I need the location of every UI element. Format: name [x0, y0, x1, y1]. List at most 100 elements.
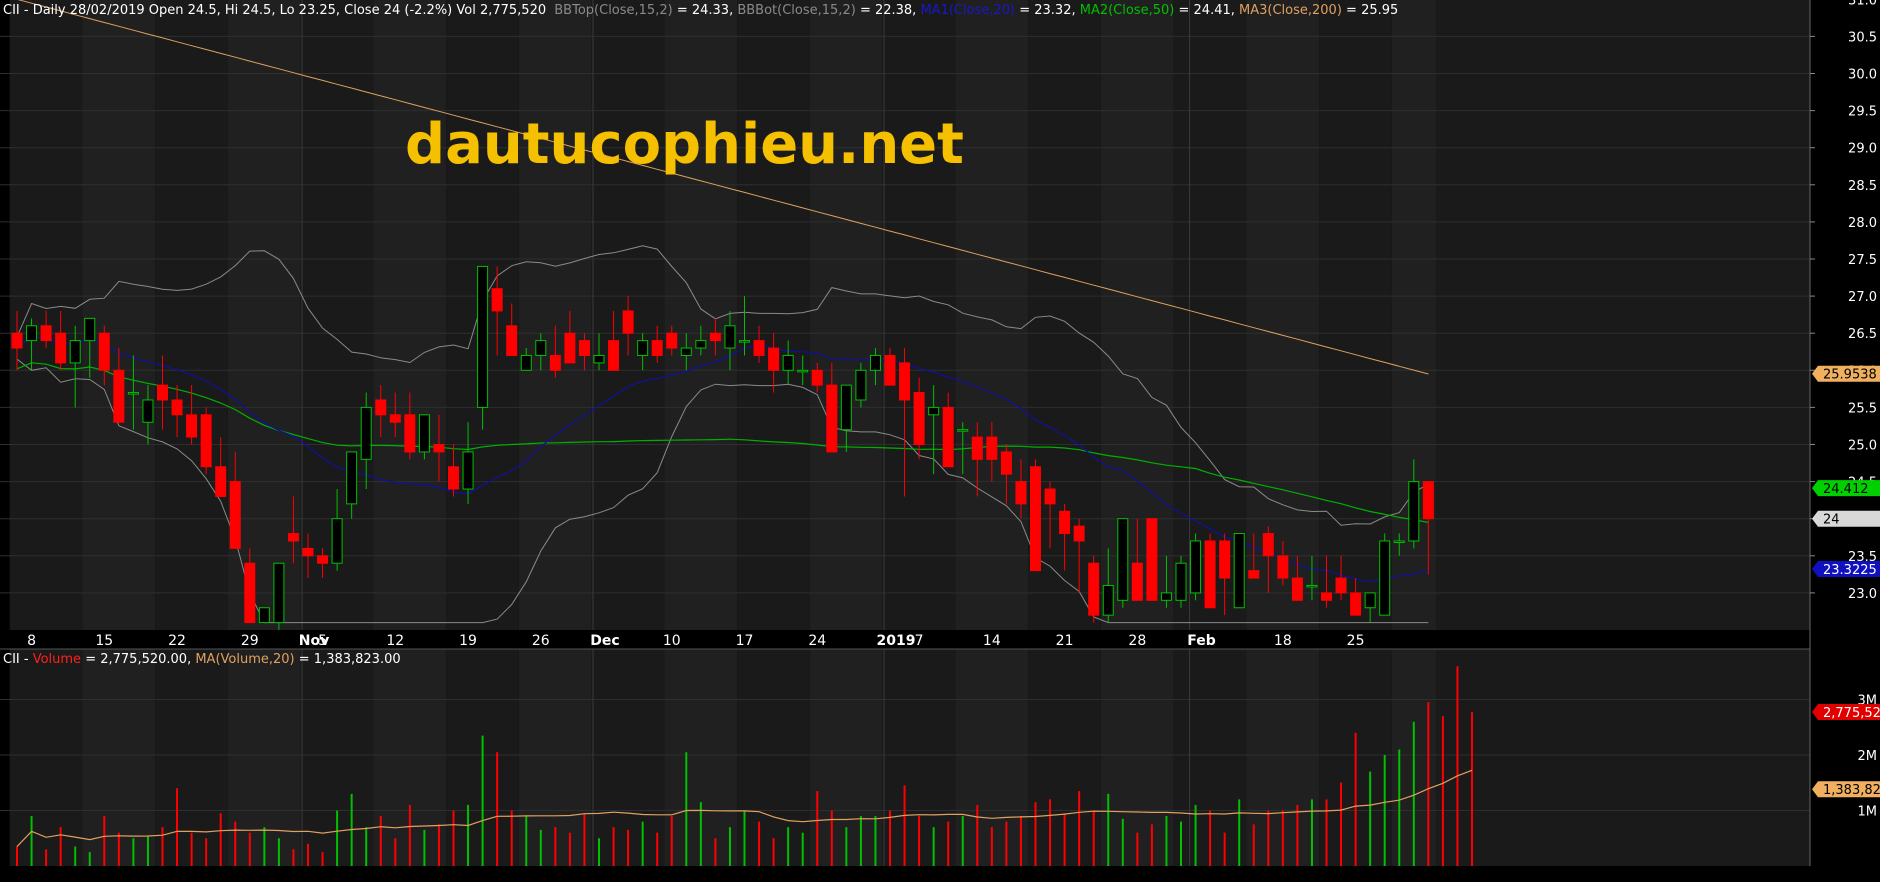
candle-body [1248, 570, 1260, 579]
date-axis-label: 28 [1128, 633, 1146, 649]
price-week-band [955, 0, 1029, 630]
date-axis-label: 29 [241, 633, 259, 649]
ma1-badge-text: 23.3225 [1823, 563, 1877, 578]
candle-body [1131, 562, 1143, 601]
price-week-band [809, 0, 883, 630]
price-panel-background [9, 0, 1810, 630]
candle-body [564, 332, 576, 364]
candle-body [855, 369, 867, 401]
ma2-badge: 24.412 [1812, 480, 1880, 497]
date-axis-label: 10 [663, 633, 681, 649]
volume-ma-badge: 1,383,823 [1812, 781, 1880, 798]
candle-body [680, 347, 692, 356]
date-axis-label: 17 [736, 633, 754, 649]
candle-body [608, 340, 620, 371]
candle-body [826, 384, 838, 453]
candle-body [229, 481, 241, 549]
candle-body [1190, 540, 1202, 594]
date-axis-label: 18 [1274, 633, 1292, 649]
candle-body [913, 392, 925, 445]
date-axis-label: 5 [318, 633, 327, 649]
candle-up [273, 562, 285, 630]
candle-up [1190, 533, 1202, 601]
candle-body [433, 444, 445, 453]
candle-body [477, 265, 489, 408]
candle-body [26, 325, 38, 342]
candle-body [404, 414, 416, 453]
candle-body [971, 436, 983, 460]
candle-up [1233, 533, 1245, 609]
price-week-band [155, 0, 228, 630]
volume-badge-text: 2,775,520 [1823, 706, 1880, 721]
date-axis-label: 19 [459, 633, 477, 649]
candle-body [739, 340, 750, 343]
candle-body [637, 340, 649, 356]
volume-week-band [737, 649, 810, 866]
candle-body [244, 562, 256, 624]
candle-body [1059, 510, 1071, 535]
price-week-band [518, 0, 592, 630]
candle-body [273, 562, 285, 624]
candle-up [1117, 518, 1129, 608]
ma1-badge: 23.3225 [1812, 560, 1880, 578]
volume-ma-legend-label: MA(Volume,20) [195, 652, 294, 667]
price-scale-label: 25.5 [1848, 401, 1877, 416]
candle-body [1030, 466, 1041, 572]
candle-body [506, 325, 518, 356]
stock-chart-window: dautucophieu.net 8 15 22 29 Nov 5 12 19 26 Dec 10 1… [0, 0, 1880, 878]
close-badge-text: 24 [1823, 513, 1840, 528]
candle-body [287, 533, 299, 542]
volume-scale-label: 2M [1858, 749, 1878, 764]
date-axis-label: 15 [95, 633, 113, 649]
candle-body [942, 406, 954, 468]
candle-body [622, 310, 634, 334]
candle-up [1379, 533, 1391, 616]
candle-body [171, 399, 183, 416]
date-axis-label: 26 [532, 633, 550, 649]
price-scale-label: 25.0 [1848, 439, 1877, 454]
candle-body [1175, 562, 1187, 601]
candle-body [258, 607, 270, 624]
price-scale-label: 28.5 [1848, 179, 1877, 194]
price-scale-label: 26.5 [1848, 327, 1877, 342]
candle-body [1233, 533, 1245, 609]
price-scale-label: 29.0 [1848, 142, 1877, 157]
ma2-legend-value: = 24.41, [1179, 3, 1240, 18]
price-header: CII - Daily 28/02/2019 Open 24.5, Hi 24.… [3, 3, 1398, 18]
date-axis-label: Feb [1187, 633, 1216, 649]
candle-down [1146, 518, 1158, 601]
candle-body [549, 354, 561, 371]
volume-legend-value: = 2,775,520.00, [85, 652, 195, 667]
candlestick-chart[interactable]: dautucophieu.net 8 15 22 29 Nov5 12 19 26 Dec 10 1… [0, 0, 1880, 878]
candle-body [1073, 525, 1085, 542]
candle-body [1422, 481, 1434, 520]
candle-body [360, 406, 372, 460]
price-week-band [1319, 0, 1392, 630]
volume-ma-badge-text: 1,383,823 [1823, 783, 1880, 798]
candle-body [418, 414, 430, 453]
candle-body [520, 354, 532, 371]
candle-body [1044, 488, 1056, 505]
candle-body [331, 518, 343, 564]
ma1-legend-value: = 23.32, [1019, 3, 1080, 18]
candle-body [346, 451, 358, 505]
price-week-band [82, 0, 156, 630]
candle-body [200, 414, 212, 468]
price-right-pad [1435, 0, 1810, 630]
price-scale-label: 30.0 [1848, 68, 1877, 83]
candle-body [142, 399, 154, 423]
candle-body [375, 399, 387, 416]
ma3-legend-value: = 25.95 [1346, 3, 1398, 18]
close-badge: 24 [1812, 510, 1880, 528]
candle-body [1350, 592, 1362, 616]
bbtop-legend-value: = 24.33, [677, 3, 738, 18]
candle-body [69, 340, 81, 364]
price-week-band [882, 0, 956, 630]
volume-ma-legend-value: = 1,383,823.00 [299, 652, 401, 667]
ma3-legend-label: MA3(Close,200) [1239, 3, 1342, 18]
candle-body [666, 332, 678, 349]
volume-week-band [9, 649, 83, 866]
candle-body [928, 406, 940, 416]
candle-body [797, 369, 809, 373]
candle-body [535, 340, 547, 356]
